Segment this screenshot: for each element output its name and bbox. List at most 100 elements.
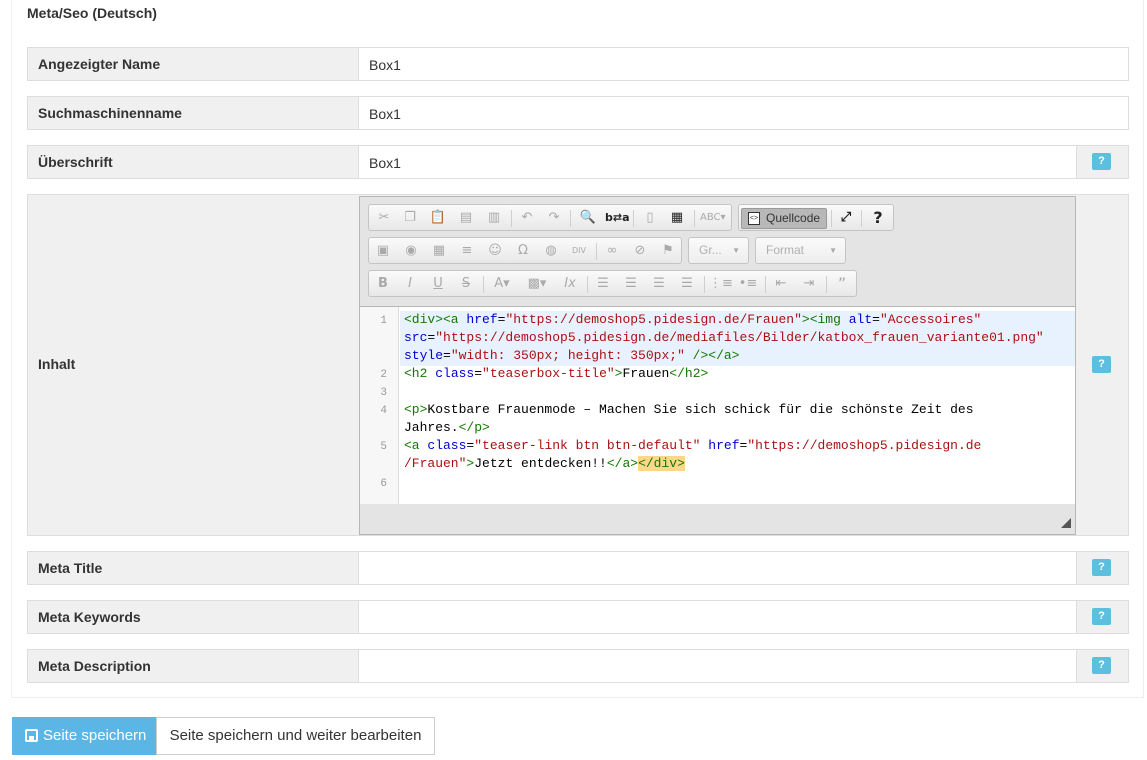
line-number-gutter: 1 2 3 4 5 6	[360, 307, 399, 504]
help-heading-icon[interactable]: ?	[1092, 153, 1111, 170]
search-name-value: Box1	[369, 106, 401, 122]
code-line: /Frauen">Jetzt entdecken!!</a></div>	[404, 456, 685, 471]
special-char-icon[interactable]: Ω	[512, 241, 534, 261]
row-meta-title: Meta Title ?	[27, 551, 1129, 585]
meta-title-input[interactable]	[358, 551, 1077, 585]
meta-keywords-input[interactable]	[358, 600, 1077, 634]
numbered-list-icon[interactable]: ⋮≡	[709, 274, 733, 294]
blockquote-icon[interactable]: ”	[831, 274, 853, 294]
line-number: 1	[380, 315, 387, 327]
align-right-icon[interactable]: ☰	[648, 274, 670, 294]
undo-icon[interactable]: ↶	[516, 208, 538, 228]
meta-description-input[interactable]	[358, 649, 1077, 683]
italic-icon[interactable]: I	[399, 274, 421, 294]
table-icon[interactable]: ▦	[428, 241, 450, 261]
save-icon	[25, 729, 38, 742]
meta-description-label: Meta Description	[38, 658, 151, 674]
meta-title-label: Meta Title	[38, 560, 103, 576]
toolbar-separator	[765, 276, 766, 293]
save-and-continue-button[interactable]: Seite speichern und weiter bearbeiten	[156, 717, 435, 755]
font-size-select[interactable]: Gr... ▼	[688, 237, 749, 264]
display-name-value: Box1	[369, 57, 401, 73]
source-icon: <>	[748, 212, 760, 225]
chevron-down-icon: ▼	[829, 246, 837, 255]
text-color-icon[interactable]: A▾	[491, 274, 513, 294]
line-number: 4	[380, 405, 387, 417]
help-content-icon[interactable]: ?	[1092, 356, 1111, 373]
redo-icon[interactable]: ↷	[543, 208, 565, 228]
rich-text-editor: ✂ ❐ 📋 ▤ ▥ ↶ ↷ 🔍 b⇄a ▯ ▦ ABC▾ <> Quellcod…	[359, 196, 1076, 535]
line-number: 3	[380, 387, 387, 399]
save-page-button[interactable]: Seite speichern	[12, 717, 157, 755]
help-meta-keywords-icon[interactable]: ?	[1092, 608, 1111, 625]
indent-icon[interactable]: ⇥	[798, 274, 820, 294]
toolbar-separator	[596, 243, 597, 260]
heading-input[interactable]: Box1	[358, 145, 1077, 179]
format-select-label: Format	[766, 243, 805, 257]
toolbar-separator	[826, 276, 827, 293]
code-line: <p>Kostbare Frauenmode – Machen Sie sich…	[404, 402, 974, 417]
format-select[interactable]: Format ▼	[755, 237, 846, 264]
search-name-input[interactable]: Box1	[358, 96, 1129, 130]
maximize-icon[interactable]: ⤢	[835, 208, 857, 228]
templates-icon[interactable]: ▦	[666, 208, 688, 228]
row-search-name: Suchmaschinenname Box1	[27, 96, 1129, 130]
help-meta-description-icon[interactable]: ?	[1092, 657, 1111, 674]
align-left-icon[interactable]: ☰	[592, 274, 614, 294]
select-all-icon[interactable]: ▯	[639, 208, 661, 228]
code-line: <a class="teaser-link btn btn-default" h…	[404, 438, 982, 453]
line-number: 5	[380, 441, 387, 453]
toolbar-separator	[694, 210, 695, 227]
cut-icon[interactable]: ✂	[373, 208, 395, 228]
background-color-icon[interactable]: ▩▾	[526, 274, 548, 294]
iframe-icon[interactable]: ◍	[540, 241, 562, 261]
search-name-label: Suchmaschinenname	[38, 105, 182, 121]
paste-word-icon[interactable]: ▥	[483, 208, 505, 228]
code-line: Jahres.</p>	[404, 420, 490, 435]
align-center-icon[interactable]: ☰	[620, 274, 642, 294]
source-button[interactable]: <> Quellcode	[741, 208, 828, 229]
align-justify-icon[interactable]: ☰	[676, 274, 698, 294]
image-icon[interactable]: ▣	[372, 241, 394, 261]
resize-handle-icon[interactable]	[1061, 518, 1071, 528]
outdent-icon[interactable]: ⇤	[770, 274, 792, 294]
toolbar-group-insert: ▣ ◉ ▦ ≡ ☺ Ω ◍ DIV ∞ ⊘ ⚑	[368, 237, 682, 264]
strikethrough-icon[interactable]: S	[455, 274, 477, 294]
row-content: Inhalt ? ✂ ❐ 📋 ▤ ▥ ↶ ↷ 🔍 b⇄a ▯ ▦ ABC▾ <>…	[27, 194, 1129, 536]
help-editor-icon[interactable]: ?	[867, 208, 889, 228]
paste-text-icon[interactable]: ▤	[455, 208, 477, 228]
toolbar-separator	[511, 210, 512, 227]
code-line: <h2 class="teaserbox-title">Frauen</h2>	[404, 366, 709, 381]
unlink-icon[interactable]: ⊘	[629, 241, 651, 261]
row-display-name: Angezeigter Name Box1	[27, 47, 1129, 81]
source-code-area[interactable]: 1 2 3 4 5 6 <div><a href="https://demosh…	[360, 306, 1075, 505]
display-name-input[interactable]: Box1	[358, 47, 1129, 81]
toolbar-separator	[483, 276, 484, 293]
row-heading: Überschrift Box1 ?	[27, 145, 1129, 179]
div-container-icon[interactable]: DIV	[568, 241, 590, 261]
paste-icon[interactable]: 📋	[427, 208, 449, 228]
toolbar-group-view: <> Quellcode ⤢ ?	[738, 204, 894, 231]
anchor-flag-icon[interactable]: ⚑	[657, 241, 679, 261]
remove-format-icon[interactable]: Ix	[559, 274, 581, 294]
line-number: 2	[380, 369, 387, 381]
panel-title: Meta/Seo (Deutsch)	[27, 5, 157, 21]
code-line: src="https://demoshop5.pidesign.de/media…	[404, 330, 1044, 345]
horizontal-rule-icon[interactable]: ≡	[456, 241, 478, 261]
find-icon[interactable]: 🔍	[577, 208, 599, 228]
smiley-icon[interactable]: ☺	[484, 241, 506, 261]
toolbar-separator	[570, 210, 571, 227]
toolbar-separator	[831, 210, 832, 227]
underline-icon[interactable]: U	[427, 274, 449, 294]
replace-icon[interactable]: b⇄a	[605, 208, 630, 228]
copy-icon[interactable]: ❐	[399, 208, 421, 228]
bold-icon[interactable]: B	[372, 274, 394, 294]
flash-icon[interactable]: ◉	[400, 241, 422, 261]
help-meta-title-icon[interactable]: ?	[1092, 559, 1111, 576]
editor-footer	[360, 504, 1075, 534]
save-page-label: Seite speichern	[43, 727, 147, 744]
bulleted-list-icon[interactable]: •≡	[737, 274, 759, 294]
source-button-label: Quellcode	[766, 211, 821, 225]
spellcheck-icon[interactable]: ABC▾	[700, 208, 726, 228]
link-icon[interactable]: ∞	[601, 241, 623, 261]
